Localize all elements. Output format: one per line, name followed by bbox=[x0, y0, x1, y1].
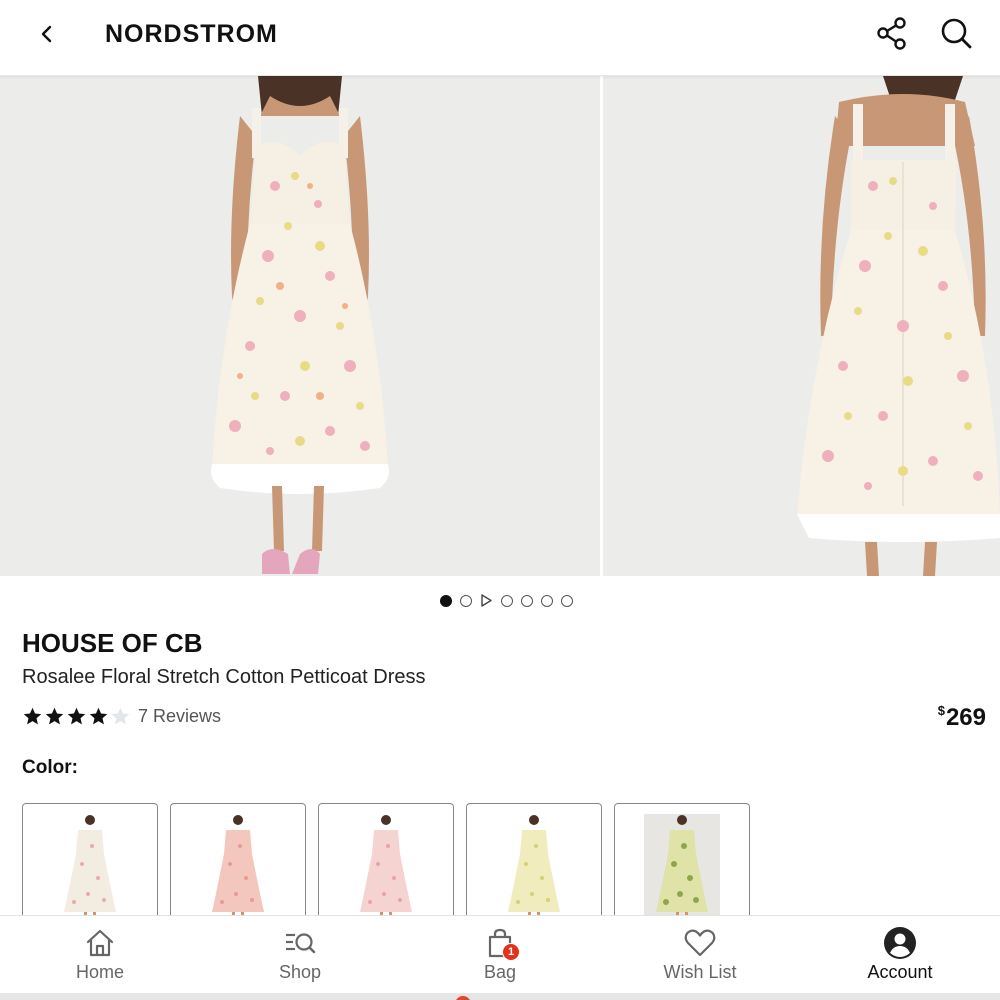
nav-label: Shop bbox=[278, 962, 322, 982]
dress-front-illustration bbox=[0, 76, 600, 576]
product-photo-front[interactable] bbox=[0, 76, 600, 576]
color-swatch-yellow-floral[interactable] bbox=[466, 803, 602, 933]
swatch-dress-thumbnail bbox=[508, 815, 560, 924]
gallery-dot[interactable] bbox=[521, 594, 533, 607]
heart-icon bbox=[683, 926, 717, 960]
reviews-link[interactable]: 7 Reviews bbox=[138, 706, 221, 727]
nordstrom-logo[interactable]: NORDSTROM bbox=[105, 20, 278, 49]
product-image-gallery[interactable] bbox=[0, 76, 1000, 576]
color-swatch-green-floral[interactable] bbox=[614, 803, 750, 933]
search-icon bbox=[941, 18, 972, 49]
share-button[interactable] bbox=[872, 14, 912, 54]
nav-label: Home bbox=[75, 962, 124, 982]
chevron-left-icon bbox=[41, 25, 52, 43]
nav-shop[interactable]: Shop bbox=[200, 916, 400, 993]
app-header: NORDSTROM bbox=[0, 0, 1000, 76]
color-swatch-ivory-floral[interactable] bbox=[22, 803, 158, 933]
swatch-dress-thumbnail bbox=[212, 815, 264, 924]
color-swatch-list bbox=[22, 803, 750, 933]
nav-bag[interactable]: 1 Bag bbox=[400, 916, 600, 993]
product-price: $269 bbox=[938, 703, 986, 732]
home-icon bbox=[83, 926, 117, 960]
dress-back-illustration bbox=[603, 76, 1000, 576]
bag-count-badge: 1 bbox=[502, 943, 520, 961]
gallery-dot[interactable] bbox=[561, 594, 573, 607]
color-label: Color: bbox=[22, 757, 78, 778]
gallery-dot[interactable] bbox=[541, 594, 553, 607]
gallery-dot[interactable] bbox=[501, 594, 513, 607]
search-button[interactable] bbox=[936, 14, 976, 54]
price-value: 269 bbox=[945, 704, 986, 731]
brand-name[interactable]: HOUSE OF CB bbox=[22, 628, 203, 659]
color-swatch-blush-floral[interactable] bbox=[318, 803, 454, 933]
swatch-dress-thumbnail bbox=[64, 815, 116, 924]
color-swatch-pink-floral[interactable] bbox=[170, 803, 306, 933]
product-title: Rosalee Floral Stretch Cotton Petticoat … bbox=[22, 666, 426, 688]
back-button[interactable] bbox=[30, 17, 64, 51]
video-play-icon[interactable] bbox=[480, 594, 493, 607]
share-icon bbox=[877, 17, 906, 50]
nav-label: Account bbox=[867, 962, 933, 982]
swatch-dress-thumbnail bbox=[360, 815, 412, 924]
star-filled-icon bbox=[45, 707, 64, 725]
product-photo-back[interactable] bbox=[603, 76, 1000, 576]
bag-icon: 1 bbox=[483, 926, 520, 961]
swatch-dress-thumbnail bbox=[644, 814, 720, 926]
star-empty-icon bbox=[111, 707, 130, 725]
star-filled-icon bbox=[23, 707, 42, 725]
gallery-dot[interactable] bbox=[460, 594, 472, 607]
bottom-navigation: Home Shop 1 Bag Wish List Account bbox=[0, 915, 1000, 993]
notification-dot bbox=[455, 996, 471, 1000]
gallery-dot[interactable] bbox=[440, 594, 452, 607]
nav-wish-list[interactable]: Wish List bbox=[600, 916, 800, 993]
star-filled-icon bbox=[67, 707, 86, 725]
nav-label: Wish List bbox=[663, 962, 737, 982]
nav-account[interactable]: Account bbox=[800, 916, 1000, 993]
nav-label: Bag bbox=[483, 962, 517, 982]
nav-home[interactable]: Home bbox=[0, 916, 200, 993]
gallery-pagination bbox=[440, 594, 573, 607]
star-rating[interactable]: 7 Reviews bbox=[22, 706, 221, 727]
star-filled-icon bbox=[89, 707, 108, 725]
home-indicator-bar bbox=[0, 993, 1000, 1000]
shop-search-icon bbox=[283, 926, 317, 960]
account-icon bbox=[883, 926, 917, 960]
price-currency: $ bbox=[937, 703, 945, 718]
